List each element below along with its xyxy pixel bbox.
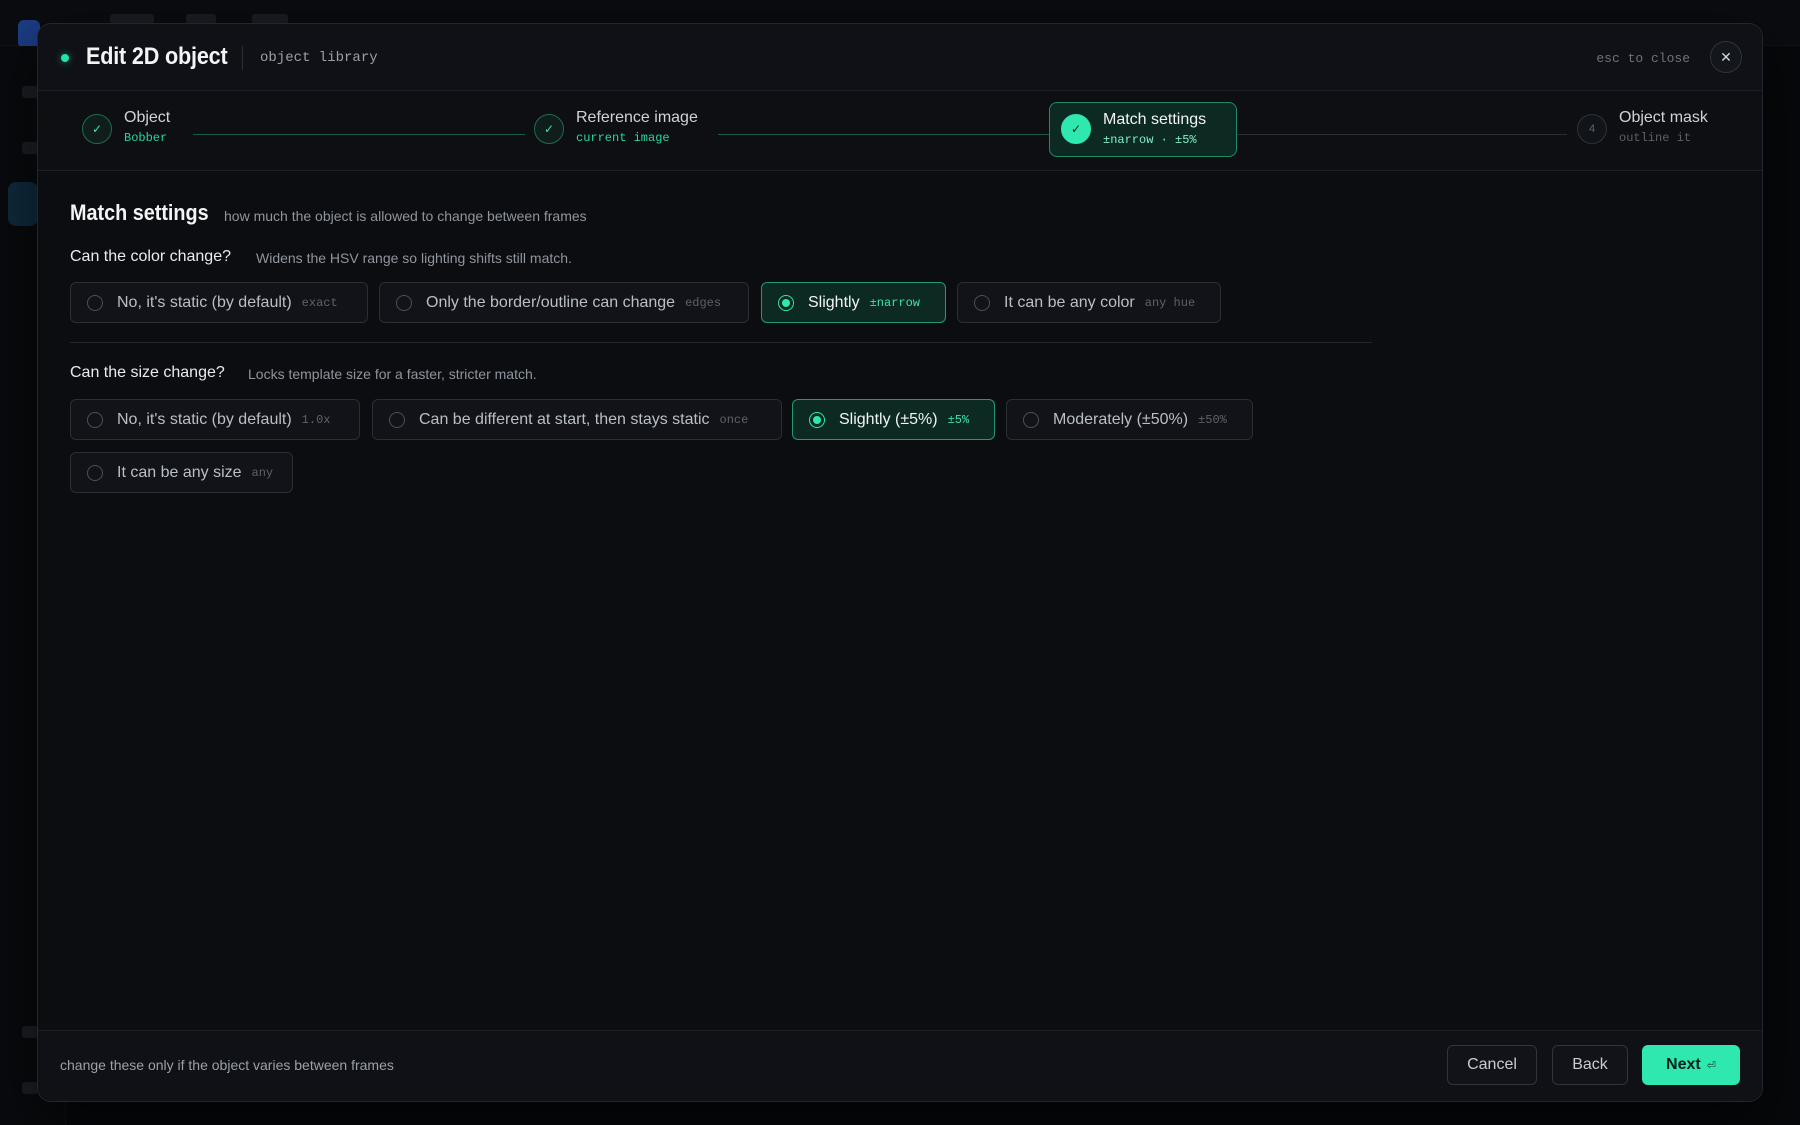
option-label: Slightly (±5%) [839, 410, 938, 428]
color-option-slightly[interactable]: Slightly ±narrow [761, 282, 946, 323]
section-subtitle: how much the object is allowed to change… [224, 208, 587, 224]
option-label: It can be any size [117, 463, 242, 481]
step-subtitle: ±narrow · ±5% [1103, 133, 1197, 147]
size-question-title: Can the size change? [70, 364, 225, 381]
option-label: No, it's static (by default) [117, 410, 292, 428]
radio-selected-icon [778, 294, 794, 311]
check-icon: ✓ [82, 114, 112, 144]
radio-icon [87, 411, 103, 428]
step-number: 4 [1577, 114, 1607, 144]
step-connector [1237, 134, 1567, 135]
option-tag: ±5% [947, 412, 970, 427]
status-dot-icon [61, 54, 69, 62]
option-label: No, it's static (by default) [117, 293, 292, 311]
background-sidebar-icon [22, 142, 38, 154]
background-sidebar-icon [22, 1026, 38, 1038]
esc-hint: esc to close [1596, 51, 1690, 66]
option-label: Slightly [808, 293, 860, 311]
edit-object-modal: Edit 2D object object library esc to clo… [37, 23, 1763, 1102]
radio-icon [974, 294, 990, 311]
color-question-hint: Widens the HSV range so lighting shifts … [256, 250, 572, 266]
size-option-slightly[interactable]: Slightly (±5%) ±5% [792, 399, 995, 440]
radio-icon [396, 294, 412, 311]
color-option-border[interactable]: Only the border/outline can change edges [379, 282, 749, 323]
step-subtitle: outline it [1619, 131, 1692, 145]
radio-icon [87, 464, 103, 481]
background-sidebar-icon [22, 1082, 38, 1094]
modal-footer: change these only if the object varies b… [38, 1030, 1762, 1101]
option-tag: ±narrow [869, 295, 920, 310]
step-match-settings[interactable]: ✓ Match settings ±narrow · ±5% [1049, 102, 1237, 157]
size-option-static[interactable]: No, it's static (by default) 1.0x [70, 399, 360, 440]
size-question-hint: Locks template size for a faster, strict… [248, 366, 537, 382]
step-subtitle: Bobber [124, 131, 168, 145]
header-divider [242, 46, 243, 70]
option-tag: edges [685, 295, 722, 310]
breadcrumb-library[interactable]: object library [260, 50, 378, 66]
back-button[interactable]: Back [1552, 1045, 1628, 1085]
option-tag: ±50% [1198, 412, 1227, 427]
enter-key-icon: ⏎ [1706, 1060, 1716, 1072]
size-option-moderately[interactable]: Moderately (±50%) ±50% [1006, 399, 1253, 440]
option-tag: once [719, 412, 749, 427]
step-title: Object [124, 109, 171, 126]
size-option-once[interactable]: Can be different at start, then stays st… [372, 399, 782, 440]
step-title: Match settings [1103, 111, 1207, 128]
section-divider [70, 342, 1372, 343]
close-icon: ✕ [1720, 49, 1732, 65]
step-connector [718, 134, 1049, 135]
color-question-title: Can the color change? [70, 248, 231, 265]
step-title: Object mask [1619, 109, 1708, 126]
option-label: Can be different at start, then stays st… [419, 410, 710, 428]
check-icon: ✓ [1061, 114, 1091, 144]
step-subtitle: current image [576, 131, 670, 145]
option-tag: any [251, 465, 274, 480]
color-option-static[interactable]: No, it's static (by default) exact [70, 282, 368, 323]
cancel-button[interactable]: Cancel [1447, 1045, 1537, 1085]
step-object-mask[interactable]: 4 Object mask outline it [1571, 101, 1721, 157]
footer-note: change these only if the object varies b… [60, 1057, 394, 1073]
radio-icon [389, 411, 405, 428]
radio-icon [1023, 411, 1039, 428]
next-label: Next [1666, 1056, 1701, 1073]
step-object[interactable]: ✓ Object Bobber [76, 101, 196, 157]
option-label: Only the border/outline can change [426, 293, 676, 311]
radio-icon [87, 294, 103, 311]
color-option-any[interactable]: It can be any color any hue [957, 282, 1221, 323]
radio-selected-icon [809, 411, 825, 428]
option-tag: exact [301, 295, 338, 310]
step-title: Reference image [576, 109, 698, 126]
step-reference-image[interactable]: ✓ Reference image current image [528, 101, 718, 157]
next-button[interactable]: Next ⏎ [1642, 1045, 1740, 1085]
section-title: Match settings [70, 200, 209, 225]
background-sidebar-active-item [8, 182, 38, 226]
option-label: Moderately (±50%) [1053, 410, 1189, 428]
background-sidebar-icon [22, 86, 38, 98]
size-option-any[interactable]: It can be any size any [70, 452, 293, 493]
option-tag: 1.0x [301, 412, 331, 427]
close-button[interactable]: ✕ [1710, 41, 1742, 73]
option-tag: any hue [1144, 295, 1196, 310]
modal-header: Edit 2D object object library esc to clo… [38, 24, 1762, 91]
option-label: It can be any color [1004, 293, 1135, 311]
step-connector [193, 134, 525, 135]
modal-title: Edit 2D object [86, 43, 228, 70]
wizard-stepper: ✓ Object Bobber ✓ Reference image curren… [38, 91, 1762, 171]
check-icon: ✓ [534, 114, 564, 144]
